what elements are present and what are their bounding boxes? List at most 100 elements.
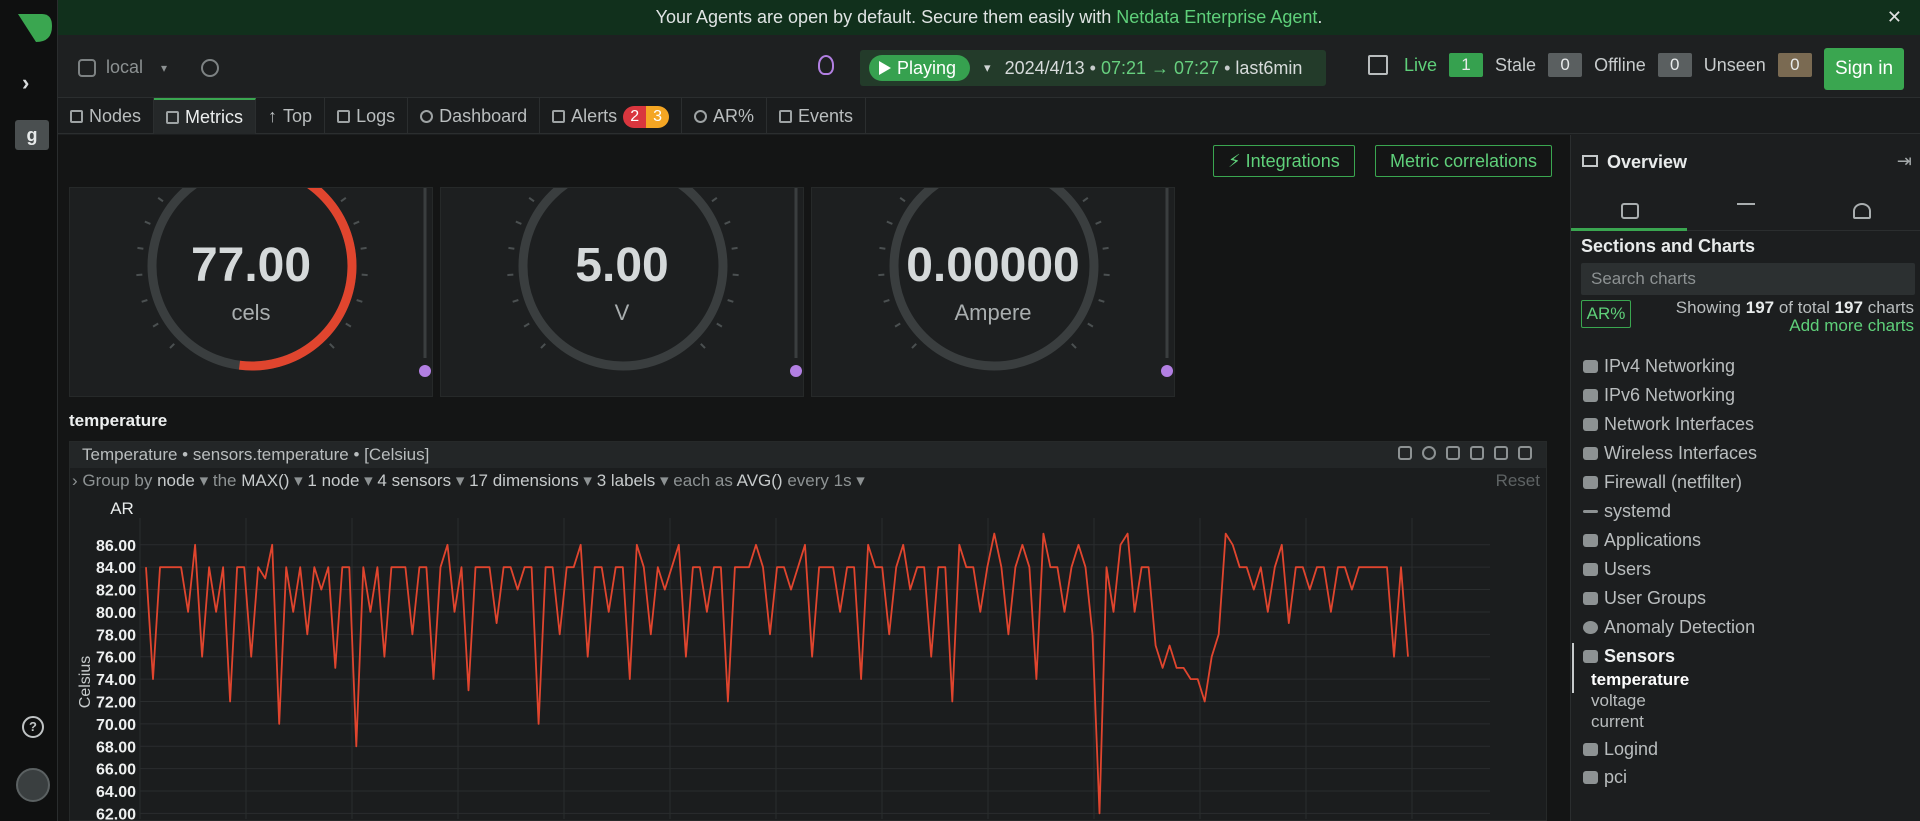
chevron-down-icon[interactable]: ▾ (984, 60, 991, 76)
play-button[interactable]: Playing (869, 55, 971, 81)
gauge-value: 0.00000 (906, 239, 1080, 292)
status-live-count[interactable]: 1 (1449, 53, 1484, 77)
bell-icon[interactable] (1398, 446, 1412, 460)
tab-dashboard[interactable]: Dashboard (408, 98, 541, 134)
panel-tab-alerts[interactable] (1803, 191, 1919, 231)
panel-tab-charts[interactable] (1571, 191, 1687, 231)
status-offline-count[interactable]: 0 (1657, 53, 1692, 77)
status-live-label[interactable]: Live (1404, 55, 1437, 76)
ar-toggle-button[interactable]: AR% (1581, 300, 1631, 328)
bell-icon (552, 109, 566, 123)
nodes-filter[interactable]: 1 node (307, 471, 359, 490)
sign-in-button[interactable]: Sign in (1824, 48, 1904, 90)
status-unseen-count[interactable]: 0 (1777, 53, 1812, 77)
gauge-tick (169, 343, 175, 349)
section-item-users[interactable]: Users (1583, 556, 1651, 582)
duration-label[interactable]: last6min (1235, 58, 1302, 79)
section-item-anomaly-detection[interactable]: Anomaly Detection (1583, 614, 1755, 640)
y-tick-label: 72.00 (96, 694, 136, 711)
section-item-logind[interactable]: Logind (1583, 736, 1658, 762)
gauge-tick (157, 197, 164, 203)
space-avatar[interactable]: g (15, 120, 49, 150)
granularity-select[interactable]: every 1s (787, 471, 851, 490)
anomaly-icon[interactable] (1446, 446, 1460, 460)
instances-filter[interactable]: 4 sensors (377, 471, 451, 490)
anomaly-dot-icon[interactable] (419, 365, 431, 377)
anomaly-dot-icon[interactable] (790, 365, 802, 377)
settings-icon[interactable] (201, 58, 220, 77)
banner-link[interactable]: Netdata Enterprise Agent (1116, 7, 1317, 27)
info-icon[interactable] (1422, 446, 1436, 460)
section-item-applications[interactable]: Applications (1583, 527, 1701, 553)
section-item-systemd[interactable]: systemd (1583, 498, 1671, 524)
status-offline-label[interactable]: Offline (1594, 55, 1646, 76)
group-by-node[interactable]: node (157, 471, 195, 490)
y-tick-label: 68.00 (96, 739, 136, 756)
tab-logs[interactable]: Logs (325, 98, 409, 134)
collapse-panel-icon[interactable]: ⇥ (1897, 151, 1912, 172)
help-icon[interactable]: ? (22, 716, 44, 738)
fullscreen-icon[interactable] (1470, 446, 1484, 460)
section-item-ipv4[interactable]: IPv4 Networking (1583, 353, 1735, 379)
status-stale-count[interactable]: 0 (1548, 53, 1583, 77)
gauge-value: 77.00 (190, 239, 312, 292)
events-icon (779, 109, 793, 123)
section-item-sensors[interactable]: Sensors (1583, 643, 1675, 669)
subsection-voltage[interactable]: voltage (1591, 691, 1646, 711)
user-avatar-icon[interactable] (16, 768, 50, 802)
tab-events[interactable]: Events (767, 98, 867, 134)
cloud-icon (1583, 388, 1598, 402)
subsection-current[interactable]: current (1591, 712, 1644, 732)
section-item-user-groups[interactable]: User Groups (1583, 585, 1706, 611)
anomaly-dot-icon[interactable] (1161, 365, 1173, 377)
integrations-button[interactable]: ⚡ Integrations (1213, 145, 1355, 177)
chart-plot[interactable]: AR 86.00 84.00 82.00 80.00 78.00 76.00 74.00 72.… (70, 492, 1548, 821)
bell-icon (1853, 203, 1871, 219)
tab-nodes[interactable]: Nodes (58, 98, 155, 134)
search-charts-input[interactable]: Search charts (1581, 263, 1915, 295)
reset-button[interactable]: Reset (1496, 470, 1540, 492)
play-icon (879, 61, 891, 75)
gauge-tick (515, 220, 522, 225)
section-item-ipv6[interactable]: IPv6 Networking (1583, 382, 1735, 408)
aggregation-select[interactable]: MAX() (241, 471, 289, 490)
status-stale-label[interactable]: Stale (1495, 55, 1536, 76)
group-by-bar: › Group by node ▾ the MAX() ▾ 1 node ▾ 4… (72, 470, 1540, 492)
close-banner-icon[interactable]: ✕ (1887, 0, 1902, 35)
gauge-tick (144, 220, 151, 225)
expand-sidebar-icon[interactable]: › (22, 70, 29, 96)
node-selector[interactable]: local ▾ (78, 57, 220, 78)
section-item-network-interfaces[interactable]: Network Interfaces (1583, 411, 1754, 437)
netdata-logo-icon[interactable] (16, 12, 54, 44)
ar-label[interactable]: AR (110, 499, 134, 518)
tab-metrics[interactable]: Metrics (154, 98, 257, 134)
status-unseen-label[interactable]: Unseen (1704, 55, 1766, 76)
section-item-firewall[interactable]: Firewall (netfilter) (1583, 469, 1742, 495)
group-by-label: Group by (82, 471, 153, 490)
time-aggregation-select[interactable]: AVG() (737, 471, 783, 490)
tab-alerts[interactable]: Alerts 23 (540, 98, 682, 134)
lightbulb-icon[interactable] (818, 55, 834, 75)
time-range-label[interactable]: 07:21 → 07:27 (1101, 58, 1219, 79)
dimensions-filter[interactable]: 17 dimensions (469, 471, 579, 490)
active-section-indicator (1572, 643, 1574, 693)
y-tick-label: 70.00 (96, 717, 136, 734)
arrow-up-icon: ↑ (268, 105, 278, 126)
overview-panel: Overview ⇥ Sections and Charts Search ch… (1570, 135, 1920, 821)
drag-handle-icon[interactable] (1518, 446, 1532, 460)
subsection-temperature[interactable]: temperature (1591, 670, 1689, 690)
series-line-temperature[interactable] (145, 532, 1409, 815)
section-item-wireless[interactable]: Wireless Interfaces (1583, 440, 1757, 466)
add-more-charts-link[interactable]: Add more charts (1676, 317, 1914, 335)
metric-correlations-button[interactable]: Metric correlations (1375, 145, 1553, 177)
nodes-icon (70, 109, 83, 123)
y-tick-label: 78.00 (96, 627, 136, 644)
tab-ar[interactable]: AR% (682, 98, 768, 134)
filter-settings-icon[interactable] (1494, 446, 1508, 460)
section-item-pci[interactable]: pci (1583, 764, 1627, 790)
tab-top[interactable]: ↑ Top (256, 98, 326, 134)
date-label[interactable]: 2024/4/13 (1005, 58, 1085, 79)
search-anomaly-icon (694, 109, 707, 123)
panel-tab-filters[interactable] (1687, 191, 1803, 231)
labels-filter[interactable]: 3 labels (597, 471, 656, 490)
